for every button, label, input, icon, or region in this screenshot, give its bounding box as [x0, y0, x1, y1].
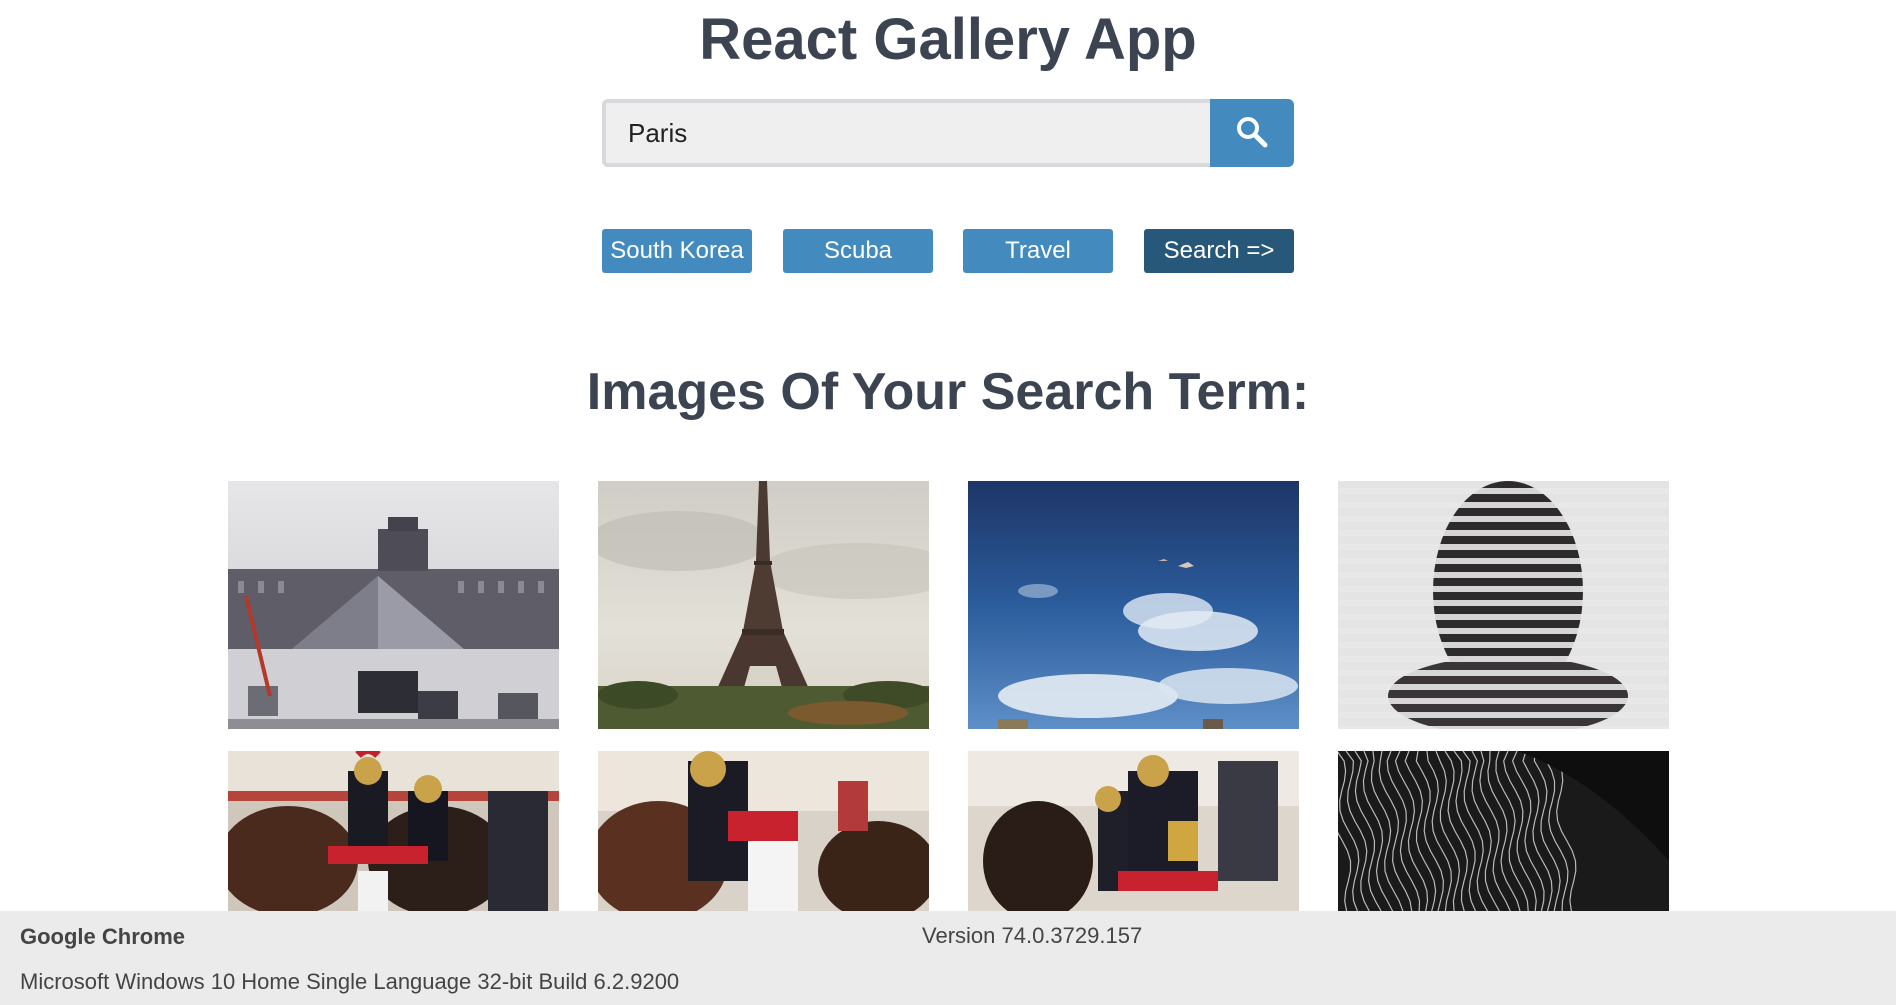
photo-cavalry-1[interactable]	[228, 751, 559, 911]
os-info: Microsoft Windows 10 Home Single Languag…	[20, 969, 680, 994]
browser-name: Google Chrome	[20, 924, 186, 949]
nav-south-korea[interactable]: South Korea	[602, 229, 752, 273]
results-title: Images Of Your Search Term:	[586, 363, 1310, 421]
photo-blue-sky[interactable]	[968, 481, 1299, 729]
photo-cavalry-2[interactable]	[598, 751, 929, 911]
photo-cavalry-3[interactable]	[968, 751, 1299, 911]
photo-eiffel-tower[interactable]	[598, 481, 929, 729]
page: React Gallery App South Korea Scuba Trav…	[0, 0, 1896, 1005]
topic-nav: South Korea Scuba Travel Search =>	[602, 229, 1294, 273]
search-button[interactable]	[1210, 99, 1294, 167]
nav-travel[interactable]: Travel	[963, 229, 1113, 273]
photo-striped-silhouette[interactable]	[1338, 481, 1669, 729]
browser-version: Version 74.0.3729.157	[922, 923, 1143, 948]
photo-wavy-lines[interactable]	[1338, 751, 1669, 911]
app-title: React Gallery App	[699, 7, 1197, 72]
photo-louvre-pyramid[interactable]	[228, 481, 559, 729]
search-icon	[1235, 115, 1269, 152]
search-form	[602, 99, 1294, 167]
nav-scuba[interactable]: Scuba	[783, 229, 933, 273]
system-info-footer: Google Chrome Version 74.0.3729.157 Micr…	[0, 911, 1896, 1005]
search-input[interactable]	[602, 99, 1210, 167]
nav-search[interactable]: Search =>	[1144, 229, 1294, 273]
